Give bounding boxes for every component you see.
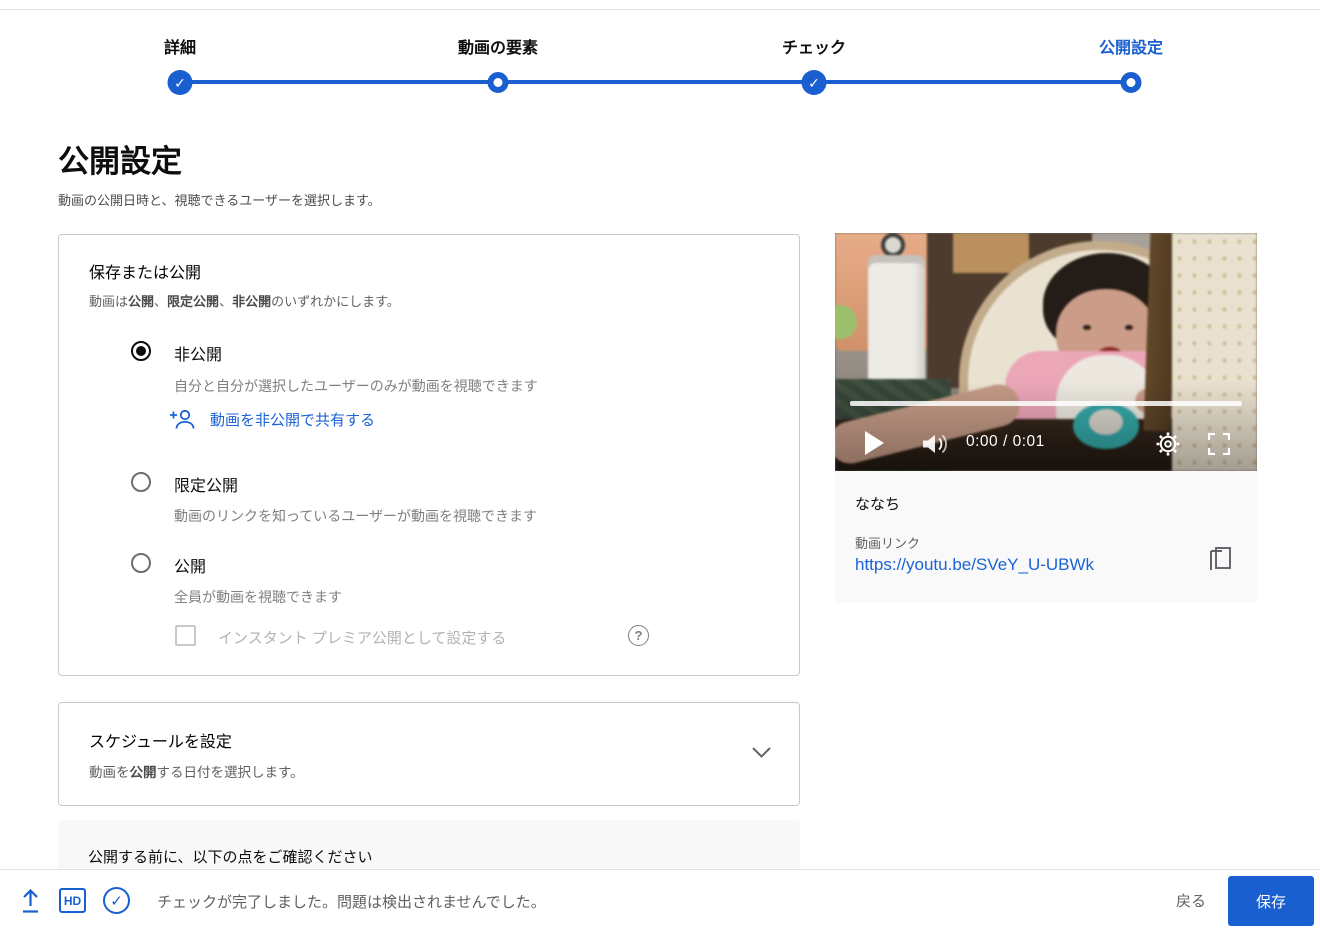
tab-checks[interactable]: チェック: [782, 34, 846, 58]
upload-status-icon: [18, 887, 43, 920]
premiere-help-icon[interactable]: ?: [628, 625, 649, 646]
video-link-url[interactable]: https://youtu.be/SVeY_U-UBWk: [855, 555, 1094, 575]
play-icon[interactable]: [865, 431, 884, 455]
radio-public-label[interactable]: 公開: [174, 553, 206, 577]
header-divider: [0, 9, 1320, 10]
radio-private[interactable]: [131, 341, 151, 361]
upload-dialog: 詳細 動画の要素 チェック 公開設定 ✓ ✓ 公開設定 動画の公開日時と、視聴で…: [0, 0, 1320, 931]
schedule-title: スケジュールを設定: [89, 734, 232, 751]
person-add-icon: [169, 409, 196, 430]
tab-video-elements[interactable]: 動画の要素: [458, 34, 538, 58]
checks-done-icon: ✓: [103, 887, 130, 914]
footer-status-text: チェックが完了しました。問題は検出されませんでした。: [157, 894, 546, 911]
tab-details[interactable]: 詳細: [164, 34, 196, 58]
premiere-checkbox[interactable]: [175, 625, 196, 646]
schedule-description: 動画を公開する日付を選択します。: [89, 765, 304, 780]
radio-unlisted-label[interactable]: 限定公開: [174, 472, 238, 496]
stepper-line: [180, 80, 1131, 84]
step-done-icon[interactable]: ✓: [801, 70, 827, 95]
video-thumbnail: [835, 233, 1257, 471]
pre-publish-checks-panel[interactable]: 公開する前に、以下の点をご確認ください: [58, 820, 800, 868]
radio-unlisted-description: 動画のリンクを知っているユーザーが動画を視聴できます: [174, 508, 538, 524]
video-time: 0:00 / 0:01: [966, 433, 1045, 450]
radio-public-description: 全員が動画を視聴できます: [174, 589, 342, 605]
tab-visibility[interactable]: 公開設定: [1099, 34, 1163, 58]
radio-private-label[interactable]: 非公開: [174, 341, 222, 365]
video-progress-bar[interactable]: [850, 401, 1242, 406]
settings-gear-icon[interactable]: [1155, 431, 1181, 462]
save-button[interactable]: 保存: [1228, 876, 1314, 926]
pre-publish-checks-text: 公開する前に、以下の点をご確認ください: [88, 849, 373, 866]
step-done-icon[interactable]: ✓: [167, 70, 193, 95]
schedule-card[interactable]: スケジュールを設定 動画を公開する日付を選択します。: [58, 702, 800, 806]
premiere-checkbox-label: インスタント プレミア公開として設定する: [218, 630, 507, 647]
fullscreen-icon[interactable]: [1207, 432, 1231, 460]
visibility-card: 保存または公開 動画は公開、限定公開、非公開のいずれかにします。 非公開 自分と…: [58, 234, 800, 676]
page-subtitle: 動画の公開日時と、視聴できるユーザーを選択します。: [58, 193, 381, 208]
visibility-heading: 保存または公開: [89, 265, 202, 282]
radio-private-description: 自分と自分が選択したユーザーのみが動画を視聴できます: [174, 378, 538, 394]
radio-public[interactable]: [131, 553, 151, 573]
volume-icon[interactable]: [919, 430, 951, 463]
step-circle-icon[interactable]: [1120, 70, 1142, 93]
video-info-panel: ななち 動画リンク https://youtu.be/SVeY_U-UBWk: [835, 471, 1257, 603]
page-title: 公開設定: [58, 144, 182, 179]
visibility-subheading: 動画は公開、限定公開、非公開のいずれかにします。: [89, 294, 400, 309]
video-link-label: 動画リンク: [855, 536, 921, 551]
back-button[interactable]: 戻る: [1167, 890, 1215, 911]
step-circle-icon[interactable]: [487, 70, 509, 93]
video-title: ななち: [855, 496, 901, 513]
share-privately-label: 動画を非公開で共有する: [210, 412, 376, 429]
copy-link-icon[interactable]: [1208, 543, 1233, 578]
hd-status-icon: HD: [59, 888, 86, 913]
chevron-down-icon[interactable]: [752, 745, 771, 763]
share-privately-link[interactable]: 動画を非公開で共有する: [169, 409, 375, 430]
footer-bar: HD ✓ チェックが完了しました。問題は検出されませんでした。 戻る 保存: [0, 869, 1320, 931]
radio-unlisted[interactable]: [131, 472, 151, 492]
video-player[interactable]: 0:00 / 0:01: [835, 233, 1257, 471]
